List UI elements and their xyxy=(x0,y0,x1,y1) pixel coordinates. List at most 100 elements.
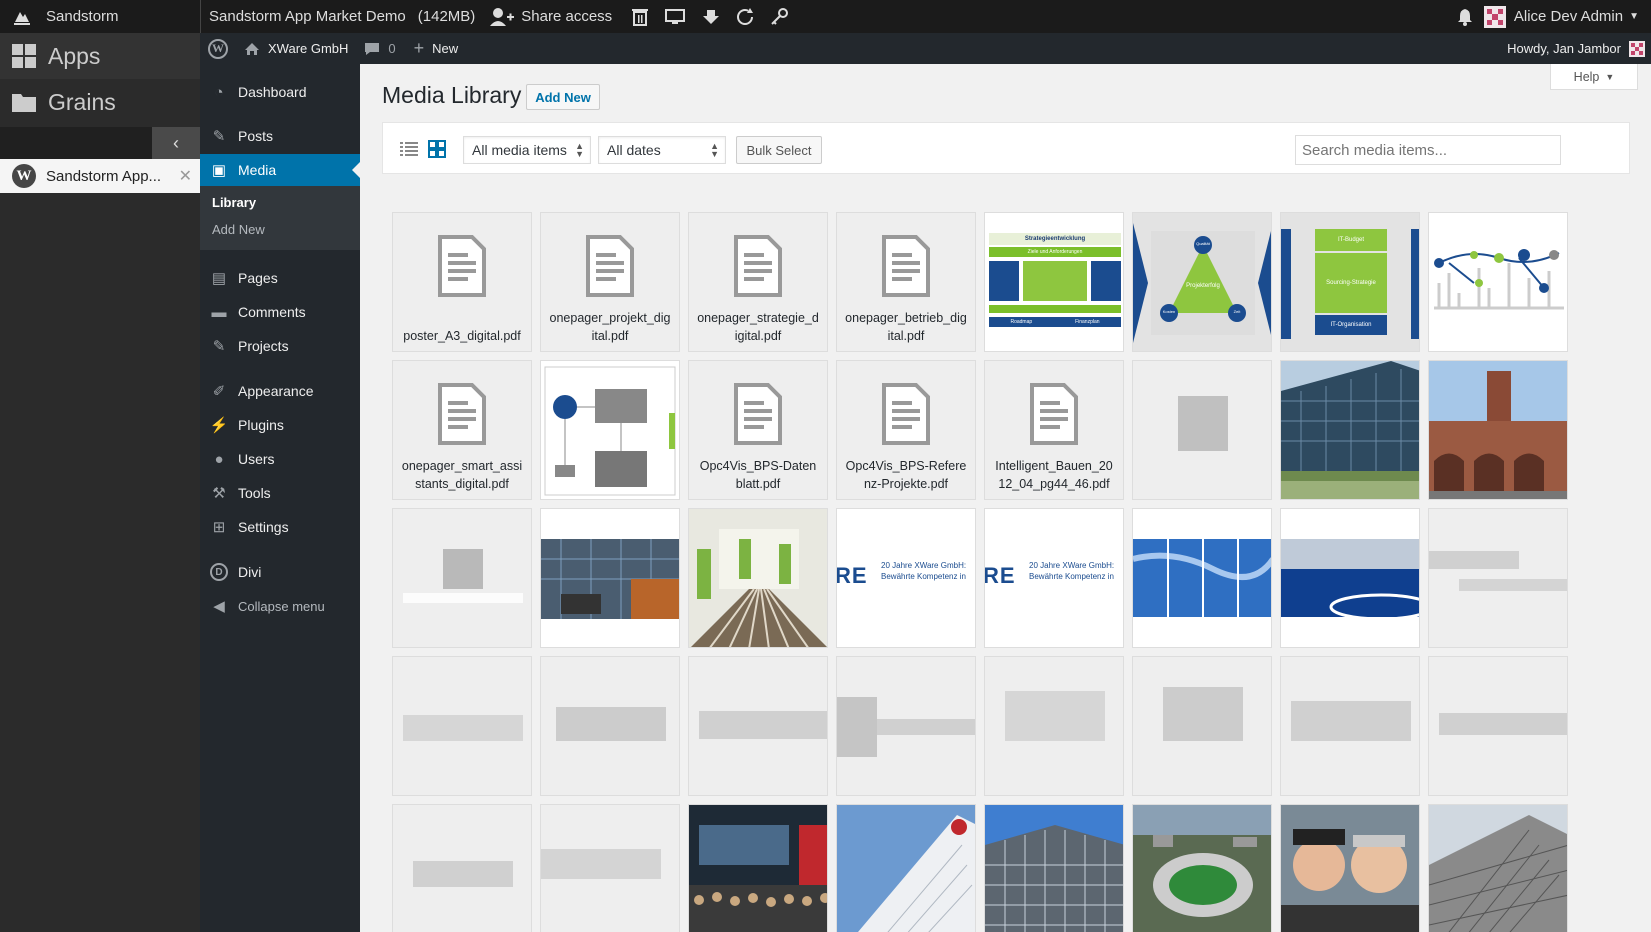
attachment-thumbnail[interactable] xyxy=(1280,656,1420,796)
attachment-thumbnail[interactable] xyxy=(392,804,532,932)
refresh-icon[interactable] xyxy=(734,7,756,27)
menu-pages[interactable]: ▤ Pages xyxy=(200,262,360,294)
attachment-thumbnail[interactable] xyxy=(540,508,680,648)
media-type-filter-value: All media items xyxy=(472,142,567,158)
attachment-thumbnail[interactable] xyxy=(1132,360,1272,500)
media-type-filter[interactable]: All media items ▲ ▼ xyxy=(463,136,591,164)
attachment-thumbnail[interactable] xyxy=(392,656,532,796)
attachment-thumbnail[interactable] xyxy=(392,508,532,648)
menu-label: Projects xyxy=(238,338,289,354)
menu-users[interactable]: ● Users xyxy=(200,443,360,475)
attachment-tile[interactable]: Intelligent_Bauen_2012_04_pg44_46.pdf xyxy=(984,360,1124,500)
submenu-library[interactable]: Library xyxy=(212,195,256,210)
attachment-tile[interactable]: Opc4Vis_BPS-Referenz-Projekte.pdf xyxy=(836,360,976,500)
attachment-thumbnail[interactable] xyxy=(836,804,976,932)
my-account-link[interactable]: Howdy, Jan Jambor xyxy=(1507,33,1645,64)
attachment-thumbnail[interactable] xyxy=(1132,508,1272,648)
attachment-thumbnail[interactable] xyxy=(1280,508,1420,648)
grid-view-icon[interactable] xyxy=(427,139,447,159)
attachment-tile[interactable]: onepager_strategie_digital.pdf xyxy=(688,212,828,352)
notification-bell-icon[interactable] xyxy=(1454,8,1476,26)
wrench-icon: ⚒ xyxy=(212,485,226,502)
menu-appearance[interactable]: ✐ Appearance xyxy=(200,375,360,407)
share-access-button[interactable]: Share access xyxy=(489,7,612,27)
bulk-select-button[interactable]: Bulk Select xyxy=(736,136,822,164)
attachment-thumbnail[interactable] xyxy=(1428,360,1568,500)
blurred-image xyxy=(1005,691,1105,741)
attachment-thumbnail[interactable] xyxy=(688,804,828,932)
user-avatar-icon[interactable] xyxy=(1483,5,1506,28)
close-icon[interactable]: ✕ xyxy=(179,166,192,186)
site-name-link[interactable]: XWare GmbH xyxy=(244,41,348,56)
chevron-down-icon: ▼ xyxy=(1605,71,1615,82)
attachment-thumbnail[interactable]: Strategieentwicklung Ziele und Anforderu… xyxy=(984,212,1124,352)
date-filter[interactable]: All dates ▲ ▼ xyxy=(598,136,726,164)
menu-posts[interactable]: ✎ Posts xyxy=(200,120,360,152)
menu-divi[interactable]: D Divi xyxy=(200,556,360,588)
attachment-thumbnail[interactable] xyxy=(1428,656,1568,796)
attachment-thumbnail[interactable]: RE 20 Jahre XWare GmbH: Bewährte Kompete… xyxy=(836,508,976,648)
menu-dashboard[interactable]: ◔ Dashboard xyxy=(200,76,360,108)
attachment-thumbnail[interactable] xyxy=(1280,360,1420,500)
attachment-thumbnail[interactable] xyxy=(540,360,680,500)
attachment-tile[interactable]: onepager_projekt_digital.pdf xyxy=(540,212,680,352)
attachment-thumbnail[interactable] xyxy=(984,656,1124,796)
menu-settings[interactable]: ⊞ Settings xyxy=(200,511,360,543)
sandstorm-brand[interactable]: Sandstorm xyxy=(12,0,119,33)
attachment-thumbnail[interactable]: RE 20 Jahre XWare GmbH: Bewährte Kompete… xyxy=(984,508,1124,648)
nav-apps[interactable]: Apps xyxy=(0,33,200,79)
list-view-icon[interactable] xyxy=(399,139,419,159)
attachment-thumbnail[interactable] xyxy=(1132,656,1272,796)
menu-projects[interactable]: ✎ Projects xyxy=(200,330,360,362)
download-icon[interactable] xyxy=(700,9,722,25)
attachment-thumbnail[interactable] xyxy=(688,508,828,648)
menu-comments[interactable]: ▬ Comments xyxy=(200,296,360,328)
nav-grains[interactable]: Grains xyxy=(0,79,200,125)
document-icon xyxy=(734,235,782,297)
collapse-sidebar-chevron-icon[interactable]: ‹ xyxy=(152,127,200,159)
open-grain-tab[interactable]: W Sandstorm App... ✕ xyxy=(0,159,200,193)
attachment-thumbnail[interactable] xyxy=(540,656,680,796)
attachment-thumbnail[interactable] xyxy=(1428,804,1568,932)
menu-plugins[interactable]: ⚡ Plugins xyxy=(200,409,360,441)
attachment-thumbnail[interactable] xyxy=(540,804,680,932)
attachment-tile[interactable]: Opc4Vis_BPS-Datenblatt.pdf xyxy=(688,360,828,500)
attachment-tile[interactable]: onepager_betrieb_digital.pdf xyxy=(836,212,976,352)
new-content-link[interactable]: + New xyxy=(414,38,459,59)
search-input[interactable] xyxy=(1295,135,1561,165)
attachment-thumbnail[interactable]: Projekterfolg Qualität Kosten Zeit xyxy=(1132,212,1272,352)
attachment-thumbnail[interactable]: IT-Budget Sourcing-Strategie IT-Organisa… xyxy=(1280,212,1420,352)
open-grain-label: Sandstorm App... xyxy=(46,167,162,185)
attachment-thumbnail[interactable] xyxy=(1132,804,1272,932)
help-tab[interactable]: Help ▼ xyxy=(1550,64,1638,90)
monitor-icon[interactable] xyxy=(664,8,686,25)
attachment-thumbnail[interactable] xyxy=(1428,508,1568,648)
comments-link[interactable]: 0 xyxy=(364,41,396,56)
attachment-thumbnail[interactable] xyxy=(1280,804,1420,932)
chevron-down-icon[interactable]: ▼ xyxy=(1629,11,1639,22)
key-icon[interactable] xyxy=(768,7,790,27)
user-name[interactable]: Alice Dev Admin xyxy=(1514,8,1623,25)
menu-tools[interactable]: ⚒ Tools xyxy=(200,477,360,509)
anniversary-line-1: 20 Jahre XWare GmbH: xyxy=(1029,561,1115,570)
attachment-thumbnail[interactable] xyxy=(1428,212,1568,352)
trash-icon[interactable] xyxy=(630,8,650,26)
submenu-add-new[interactable]: Add New xyxy=(212,222,265,237)
attachment-thumbnail[interactable] xyxy=(984,804,1124,932)
attachment-filename: onepager_betrieb_digital.pdf xyxy=(845,311,967,343)
media-submenu: Library Add New xyxy=(200,186,360,250)
attachment-tile[interactable]: onepager_smart_assistants_digital.pdf xyxy=(392,360,532,500)
share-access-label: Share access xyxy=(521,8,613,25)
menu-collapse[interactable]: ◀ Collapse menu xyxy=(200,590,360,622)
add-new-button[interactable]: Add New xyxy=(526,84,600,110)
blurred-image xyxy=(1459,579,1567,591)
comment-icon: ▬ xyxy=(211,303,227,321)
attachment-thumbnail[interactable] xyxy=(688,656,828,796)
triangle-center-label: Projekterfolg xyxy=(1186,283,1220,289)
menu-media[interactable]: ▣ Media xyxy=(200,154,360,186)
attachment-thumbnail[interactable] xyxy=(836,656,976,796)
anniversary-logo-text: RE xyxy=(836,563,868,588)
attachment-tile[interactable]: poster_A3_digital.pdf xyxy=(392,212,532,352)
triangle-top-label: Qualität xyxy=(1196,241,1210,246)
wordpress-logo-icon[interactable]: W xyxy=(208,38,228,59)
